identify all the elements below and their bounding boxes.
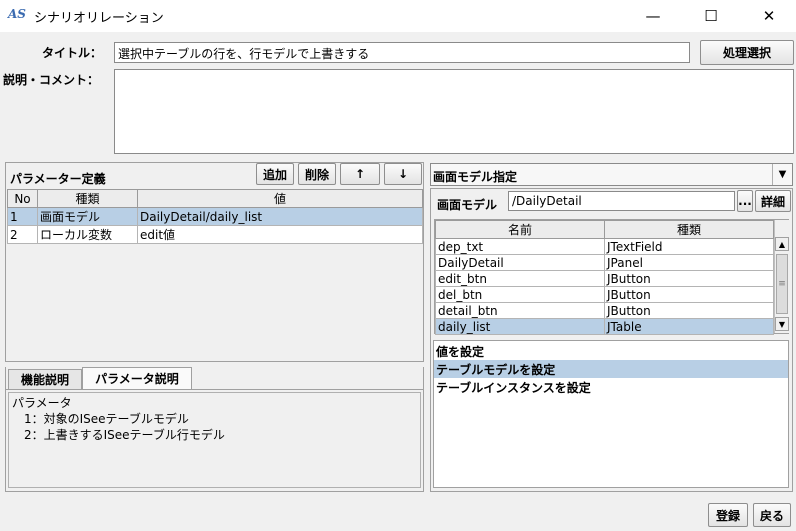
table-row[interactable]: dep_txt JTextField <box>435 238 774 255</box>
delete-button[interactable]: 削除 <box>298 163 336 185</box>
column-header-no[interactable]: No <box>7 189 38 208</box>
cell-name[interactable]: daily_list <box>435 318 605 335</box>
cell-value[interactable]: edit値 <box>137 225 423 244</box>
scrollbar-thumb[interactable]: ≡ <box>776 254 788 314</box>
table-row[interactable]: daily_list JTable <box>435 318 774 335</box>
list-item[interactable]: 値を設定 <box>434 342 788 360</box>
column-header-name[interactable]: 名前 <box>435 220 605 239</box>
cell-type[interactable]: 画面モデル <box>37 207 138 226</box>
maximize-icon[interactable]: ☐ <box>682 0 740 32</box>
table-row[interactable]: edit_btn JButton <box>435 270 774 287</box>
process-select-button[interactable]: 処理選択 <box>700 40 794 65</box>
scroll-down-icon[interactable]: ▼ <box>775 317 789 331</box>
comment-label: 説明・コメント： <box>3 73 100 87</box>
description-line: 1：対象のISeeテーブルモデル <box>12 412 189 426</box>
component-table-area: 名前 種類 dep_txt JTextField DailyDetail JPa… <box>434 219 789 335</box>
column-header-kind[interactable]: 種類 <box>604 220 774 239</box>
description-line: パラメータ <box>12 396 72 410</box>
cell-kind[interactable]: JButton <box>604 286 774 303</box>
cell-kind[interactable]: JPanel <box>604 254 774 271</box>
scroll-up-icon[interactable]: ▲ <box>775 237 789 251</box>
title-bar: AS シナリオリレーション — ☐ ✕ <box>0 0 796 32</box>
window-title: シナリオリレーション <box>34 11 164 26</box>
app-icon: AS <box>8 7 26 21</box>
parameter-description-text: パラメータ 1：対象のISeeテーブルモデル 2：上書きするISeeテーブル行モ… <box>8 392 421 488</box>
detail-button[interactable]: 詳細 <box>755 190 791 212</box>
list-item[interactable]: テーブルモデルを設定 <box>434 360 788 378</box>
cell-name[interactable]: detail_btn <box>435 302 605 319</box>
cell-kind[interactable]: JButton <box>604 270 774 287</box>
cell-name[interactable]: del_btn <box>435 286 605 303</box>
parameter-table-area: No 種類 値 1 画面モデル DailyDetail/daily_list 2… <box>7 189 423 361</box>
table-row[interactable]: 1 画面モデル DailyDetail/daily_list <box>7 207 423 226</box>
model-type-dropdown[interactable]: 画面モデル指定 ▼ <box>430 163 793 186</box>
cell-no[interactable]: 2 <box>7 225 38 244</box>
model-path-input[interactable]: /DailyDetail <box>508 191 735 211</box>
chevron-down-icon[interactable]: ▼ <box>772 164 792 185</box>
component-table: 名前 種類 dep_txt JTextField DailyDetail JPa… <box>435 220 774 335</box>
close-icon[interactable]: ✕ <box>740 0 796 32</box>
list-item[interactable]: テーブルインスタンスを設定 <box>434 378 788 396</box>
table-row[interactable]: DailyDetail JPanel <box>435 254 774 271</box>
move-up-button[interactable]: ↑ <box>340 163 380 185</box>
column-header-type[interactable]: 種類 <box>37 189 138 208</box>
table-row[interactable]: detail_btn JButton <box>435 302 774 319</box>
value-setting-list: 値を設定 テーブルモデルを設定 テーブルインスタンスを設定 <box>433 340 789 488</box>
description-line: 2：上書きするISeeテーブル行モデル <box>12 428 225 442</box>
cell-type[interactable]: ローカル変数 <box>37 225 138 244</box>
cell-kind[interactable]: JTable <box>604 318 774 335</box>
tab-divider <box>5 389 424 390</box>
cell-name[interactable]: dep_txt <box>435 238 605 255</box>
browse-button[interactable]: ... <box>737 190 753 212</box>
title-input[interactable]: 選択中テーブルの行を、行モデルで上書きする <box>114 42 690 63</box>
parameter-panel-title: パラメーター定義 <box>10 172 106 186</box>
cell-name[interactable]: edit_btn <box>435 270 605 287</box>
tab-parameter-description[interactable]: パラメータ説明 <box>82 367 192 389</box>
cell-no[interactable]: 1 <box>7 207 38 226</box>
cell-kind[interactable]: JTextField <box>604 238 774 255</box>
table-row[interactable]: 2 ローカル変数 edit値 <box>7 225 423 244</box>
title-label: タイトル： <box>42 46 103 60</box>
model-label: 画面モデル <box>437 198 498 212</box>
parameter-table: No 種類 値 1 画面モデル DailyDetail/daily_list 2… <box>7 189 423 244</box>
back-button[interactable]: 戻る <box>753 503 791 527</box>
vertical-scrollbar[interactable]: ▲ ≡ ▼ <box>774 220 789 333</box>
add-button[interactable]: 追加 <box>256 163 294 185</box>
column-header-value[interactable]: 値 <box>137 189 423 208</box>
cell-value[interactable]: DailyDetail/daily_list <box>137 207 423 226</box>
move-down-button[interactable]: ↓ <box>384 163 422 185</box>
cell-kind[interactable]: JButton <box>604 302 774 319</box>
cell-name[interactable]: DailyDetail <box>435 254 605 271</box>
register-button[interactable]: 登録 <box>708 503 748 527</box>
comment-textarea[interactable] <box>114 69 794 154</box>
table-row[interactable]: del_btn JButton <box>435 286 774 303</box>
minimize-icon[interactable]: — <box>624 0 682 32</box>
model-type-dropdown-value: 画面モデル指定 <box>433 170 518 184</box>
tab-function-description[interactable]: 機能説明 <box>8 369 82 389</box>
